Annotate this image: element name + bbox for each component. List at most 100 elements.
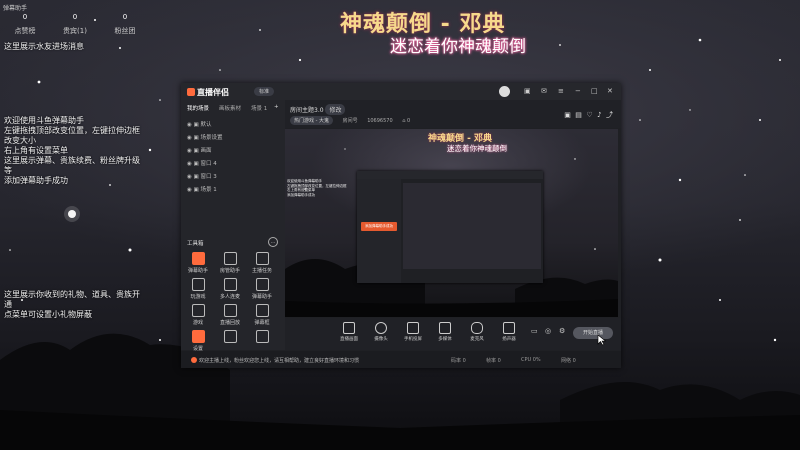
control-label: 手机投屏 (404, 337, 422, 342)
bell-icon[interactable]: ♪ (597, 111, 601, 119)
tool-extra-1[interactable] (215, 330, 245, 345)
stat-value: 0 (122, 13, 128, 21)
alert-icon (191, 357, 197, 363)
tool-label: 直播回放 (219, 320, 240, 326)
nested-preview (403, 183, 541, 269)
stream-preview[interactable]: 神魂颠倒 - 邓典 迷恋着你神魂颠倒 欢迎使用斗鱼弹幕助手 左键拖拽顶部改变位置… (285, 129, 618, 317)
screen-capture-button[interactable]: 直播画面 (335, 322, 363, 342)
scene-item[interactable]: ◉ ▣ 画面 (187, 146, 212, 154)
tool-room-admin[interactable]: 房管助手 (215, 252, 245, 274)
note-line: 添加弹幕助手成功 (287, 192, 315, 197)
media-button[interactable]: 多媒体 (431, 322, 459, 342)
control-label: 麦克风 (470, 337, 484, 342)
mouse-cursor-icon (597, 334, 607, 346)
eye-icon[interactable]: ◎ (545, 327, 551, 335)
danmaku-icon (191, 252, 205, 265)
stat-vip[interactable]: 0 贵宾(1) (50, 13, 100, 36)
network: 网络 0 (561, 358, 576, 364)
stat-label: 点赞榜 (14, 27, 36, 35)
calendar-icon[interactable]: ▤ (575, 111, 582, 119)
tool-label: 多人连麦 (219, 294, 240, 300)
add-icon[interactable]: + (274, 104, 279, 110)
note-line: 左键拖拽顶部改变位置，左键拉伸边框 (4, 126, 140, 135)
cpu-usage: CPU 0% (521, 357, 541, 363)
tool-danmaku-helper[interactable]: 弹幕助手 (183, 252, 213, 274)
tool-label: 玩游戏 (190, 294, 206, 300)
tool-play-game[interactable]: 玩游戏 (183, 278, 213, 300)
stat-likes[interactable]: 0 点赞榜 (0, 13, 50, 36)
phone-cast-button[interactable]: 手机投屏 (399, 322, 427, 342)
mail-icon[interactable]: ✉ (541, 87, 547, 95)
settings-icon (191, 330, 205, 343)
video-icon[interactable]: ▭ (531, 327, 538, 335)
stat-fans[interactable]: 0 粉丝团 (100, 13, 150, 36)
camera-button[interactable]: 摄像头 (367, 322, 395, 342)
avatar[interactable] (499, 86, 510, 97)
more-icon[interactable]: … (268, 237, 278, 247)
gear-icon[interactable]: ⚙ (559, 327, 565, 335)
game-icon (191, 278, 205, 291)
online-value: 0 (407, 118, 411, 124)
tool-label: 房管助手 (219, 268, 240, 274)
gift-icon[interactable]: ▣ (524, 87, 531, 95)
success-toast: 添加弹幕助手成功 (361, 222, 397, 231)
tab-my-scenes[interactable]: 我的场景 (187, 104, 209, 112)
maximize-icon[interactable]: □ (591, 87, 598, 95)
fan-icon[interactable]: ♡ (586, 111, 592, 119)
admin-icon (223, 252, 237, 265)
microphone-button[interactable]: 麦克风 (463, 322, 491, 342)
stream-subtitle: 迷恋着你神魂颠倒 (390, 37, 526, 57)
room-title: 房间主题3.0 修改 (290, 104, 346, 115)
replay-icon (223, 304, 237, 317)
scene-item[interactable]: ◉ ▣ 窗口 4 (187, 159, 217, 167)
controller-icon (191, 304, 205, 317)
phone-icon (407, 322, 419, 334)
edition-badge[interactable]: 标准 (254, 87, 275, 96)
control-label: 多媒体 (438, 337, 452, 342)
tab-materials[interactable]: 画板素材 (219, 104, 241, 112)
stat-label: 粉丝团 (114, 27, 136, 35)
menu-icon[interactable]: ≡ (558, 87, 564, 95)
box-icon (255, 304, 269, 317)
tool-anchor-task[interactable]: 主播任务 (247, 252, 277, 274)
control-label: 摄像头 (374, 337, 388, 342)
close-icon[interactable]: ✕ (607, 87, 613, 95)
room-header: 房间主题3.0 修改 热门游戏 - 大鬼 房间号 10696570 ⌂ 0 ▣ … (285, 100, 621, 128)
person-icon (223, 330, 237, 343)
scene-item[interactable]: ◉ ▣ 窗口 3 (187, 172, 217, 180)
tool-extra-2[interactable] (247, 330, 277, 345)
edit-button[interactable]: 修改 (325, 104, 346, 115)
shop-icon[interactable]: ▣ (564, 111, 571, 119)
speaker-button[interactable]: 扬声器 (495, 322, 523, 342)
online-count: ⌂ 0 (402, 118, 411, 124)
logo-icon (187, 88, 195, 96)
play-icon (439, 322, 451, 334)
tool-danmaku-box[interactable]: 弹幕框 (247, 304, 277, 326)
entry-message-note: 这里展示水友进场消息 (4, 42, 84, 51)
tool-game[interactable]: 游戏 (183, 304, 213, 326)
start-live-button[interactable]: 开始直播 (573, 327, 613, 339)
scene-label: 场景 1 (200, 187, 217, 193)
category-select[interactable]: 热门游戏 - 大鬼 (290, 116, 333, 125)
title-bar: 直播伴侣 标准 ▣ ✉ ≡ − □ ✕ (181, 83, 621, 100)
room-id[interactable]: 10696570 (367, 118, 392, 124)
tool-settings[interactable]: 设置 (183, 330, 213, 352)
scene-label: 画面 (200, 148, 212, 154)
tool-label: 主播任务 (251, 268, 272, 274)
tab-scene-1[interactable]: 场景 1 (251, 104, 267, 112)
nested-sidebar (357, 179, 401, 283)
note-line: 添加弹幕助手成功 (4, 176, 68, 185)
minimize-icon[interactable]: − (575, 87, 581, 95)
panel-title: 弹幕助手 (3, 5, 28, 12)
note-line: 欢迎使用斗鱼弹幕助手 (4, 116, 84, 125)
scene-label: 窗口 4 (200, 161, 217, 167)
welcome-notes: 欢迎使用斗鱼弹幕助手 左键拖拽顶部改变位置，左键拉伸边框 改变大小 右上角有设置… (4, 116, 140, 186)
scene-item[interactable]: ◉ ▣ 场景设置 (187, 133, 223, 141)
tool-replay[interactable]: 直播回放 (215, 304, 245, 326)
tool-multi-link[interactable]: 多人连麦 (215, 278, 245, 300)
tool-danmaku-2[interactable]: 弹幕助手 (247, 278, 277, 300)
share-icon[interactable]: ⤴ (606, 111, 613, 119)
scene-item[interactable]: ◉ ▣ 场景 1 (187, 185, 217, 193)
note-line: 右上角有设置菜单 (4, 146, 68, 155)
scene-item[interactable]: ◉ ▣ 默认 (187, 120, 212, 128)
